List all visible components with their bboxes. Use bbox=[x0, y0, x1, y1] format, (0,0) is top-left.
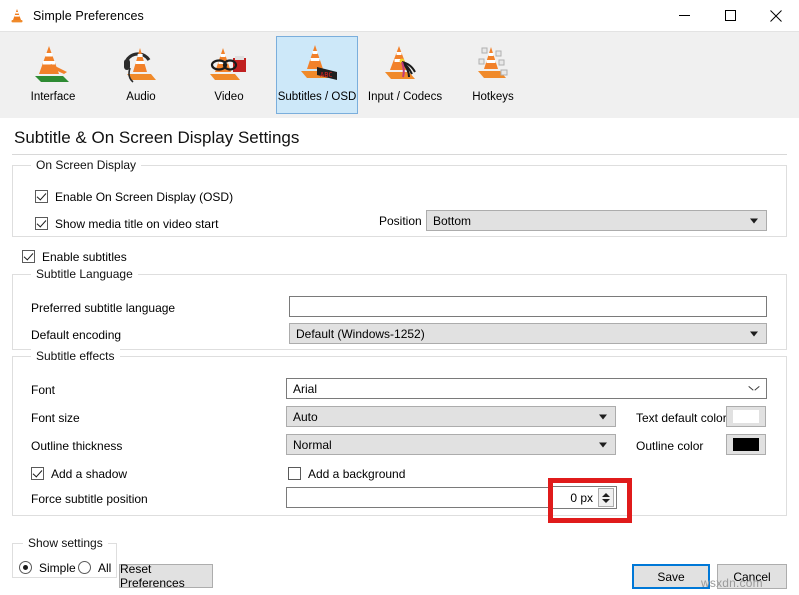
spinner-down-icon[interactable] bbox=[602, 498, 610, 503]
show-media-title-label: Show media title on video start bbox=[55, 216, 219, 231]
radio-simple-label: Simple bbox=[39, 560, 76, 575]
on-screen-display-group: On Screen Display Enable On Screen Displ… bbox=[12, 158, 787, 237]
toolbar-item-label: Input / Codecs bbox=[367, 91, 443, 103]
watermark: wsxdn.com bbox=[701, 576, 763, 590]
enable-osd-checkbox[interactable] bbox=[35, 190, 48, 203]
outline-color-swatch bbox=[733, 438, 759, 451]
preferred-subtitle-language-label: Preferred subtitle language bbox=[31, 301, 176, 315]
preferences-toolbar: Interface Audio Video ABC Subtitles / OS… bbox=[0, 31, 799, 118]
chevron-down-icon bbox=[599, 442, 607, 447]
show-settings-all-option[interactable]: All bbox=[78, 555, 111, 580]
radio-all[interactable] bbox=[78, 561, 91, 574]
font-value: Arial bbox=[293, 381, 318, 396]
vlc-cone-keyboard-icon bbox=[469, 42, 517, 88]
default-encoding-dropdown[interactable]: Default (Windows-1252) bbox=[289, 323, 767, 344]
show-media-title-row[interactable]: Show media title on video start bbox=[35, 211, 218, 236]
vlc-cone-icon bbox=[9, 8, 25, 24]
text-default-color-label: Text default color bbox=[636, 411, 727, 425]
outline-color-button[interactable] bbox=[726, 434, 766, 455]
outline-color-label: Outline color bbox=[636, 439, 704, 453]
outline-thickness-dropdown[interactable]: Normal bbox=[286, 434, 616, 455]
chevron-down-icon bbox=[750, 218, 758, 223]
page-title: Subtitle & On Screen Display Settings bbox=[14, 128, 300, 147]
add-shadow-checkbox[interactable] bbox=[31, 467, 44, 480]
toolbar-item-subtitles-osd[interactable]: ABC Subtitles / OSD bbox=[276, 36, 358, 114]
toolbar-item-label: Audio bbox=[126, 91, 156, 103]
subtitle-language-group: Subtitle Language Preferred subtitle lan… bbox=[12, 267, 787, 350]
show-media-title-checkbox[interactable] bbox=[35, 217, 48, 230]
outline-thickness-value: Normal bbox=[293, 437, 332, 452]
maximize-button[interactable] bbox=[707, 0, 753, 31]
force-subtitle-position-label: Force subtitle position bbox=[31, 492, 148, 506]
vlc-cone-cables-icon bbox=[381, 42, 429, 88]
show-settings-group: Show settings Simple All bbox=[12, 536, 117, 580]
position-label: Position bbox=[379, 214, 422, 228]
chevron-down-icon bbox=[750, 331, 758, 336]
close-button[interactable] bbox=[753, 0, 799, 31]
chevron-down-icon bbox=[599, 414, 607, 419]
enable-subtitles-checkbox[interactable] bbox=[22, 250, 35, 263]
default-encoding-value: Default (Windows-1252) bbox=[296, 326, 425, 341]
text-default-color-swatch bbox=[733, 410, 759, 423]
add-shadow-label: Add a shadow bbox=[51, 466, 128, 481]
radio-all-label: All bbox=[98, 560, 112, 575]
preferences-page: Subtitle & On Screen Display Settings On… bbox=[0, 128, 799, 516]
text-default-color-button[interactable] bbox=[726, 406, 766, 427]
toolbar-item-label: Video bbox=[214, 91, 244, 103]
group-title-osd: On Screen Display bbox=[31, 158, 142, 172]
toolbar-item-audio[interactable]: Audio bbox=[100, 36, 182, 114]
group-title-subtitle-language: Subtitle Language bbox=[31, 267, 138, 281]
enable-osd-label: Enable On Screen Display (OSD) bbox=[55, 189, 234, 204]
add-background-row[interactable]: Add a background bbox=[288, 461, 405, 486]
subtitle-effects-group: Subtitle effects Font Arial Font size Au… bbox=[12, 349, 787, 516]
font-label: Font bbox=[31, 383, 56, 397]
toolbar-item-label: Subtitles / OSD bbox=[277, 91, 357, 103]
add-background-checkbox[interactable] bbox=[288, 467, 301, 480]
show-settings-simple-option[interactable]: Simple bbox=[19, 555, 76, 580]
toolbar-item-input-codecs[interactable]: Input / Codecs bbox=[364, 36, 446, 114]
toolbar-item-label: Interface bbox=[30, 91, 76, 103]
add-background-label: Add a background bbox=[308, 466, 406, 481]
window-controls bbox=[661, 0, 799, 31]
force-subtitle-position-value: 0 px bbox=[570, 490, 593, 505]
reset-preferences-label: Reset Preferences bbox=[120, 562, 185, 590]
font-size-label: Font size bbox=[31, 411, 80, 425]
add-shadow-row[interactable]: Add a shadow bbox=[31, 461, 127, 486]
enable-osd-row[interactable]: Enable On Screen Display (OSD) bbox=[35, 184, 233, 209]
spinner-up-icon[interactable] bbox=[602, 492, 610, 497]
reset-preferences-button[interactable]: Reset Preferences bbox=[119, 562, 213, 590]
toolbar-item-video[interactable]: Video bbox=[188, 36, 270, 114]
force-subtitle-position-spinbox[interactable]: 0 px bbox=[549, 486, 617, 509]
svg-text:ABC: ABC bbox=[320, 71, 333, 79]
toolbar-item-label: Hotkeys bbox=[472, 91, 514, 103]
enable-subtitles-row[interactable]: Enable subtitles bbox=[22, 244, 787, 269]
font-size-dropdown[interactable]: Auto bbox=[286, 406, 616, 427]
enable-subtitles-label: Enable subtitles bbox=[42, 249, 127, 264]
vlc-cone-headphones-icon bbox=[117, 42, 165, 88]
outline-thickness-label: Outline thickness bbox=[31, 439, 123, 453]
preferred-subtitle-language-input[interactable] bbox=[289, 296, 767, 317]
spinner-arrows[interactable] bbox=[598, 488, 614, 507]
vlc-cone-interface-icon bbox=[29, 42, 77, 88]
save-label: Save bbox=[657, 569, 685, 584]
default-encoding-label: Default encoding bbox=[31, 328, 122, 342]
title-divider bbox=[12, 154, 787, 155]
group-title-subtitle-effects: Subtitle effects bbox=[31, 349, 120, 363]
toolbar-item-hotkeys[interactable]: Hotkeys bbox=[452, 36, 534, 114]
osd-position-dropdown[interactable]: Bottom bbox=[426, 210, 767, 231]
font-size-value: Auto bbox=[293, 409, 318, 424]
minimize-button[interactable] bbox=[661, 0, 707, 31]
font-dropdown[interactable]: Arial bbox=[286, 378, 767, 399]
vlc-cone-3dglasses-icon bbox=[205, 42, 253, 88]
save-button[interactable]: Save bbox=[632, 564, 710, 589]
vlc-cone-osd-icon: ABC bbox=[293, 42, 341, 88]
window-titlebar: Simple Preferences bbox=[0, 0, 799, 31]
group-title-show-settings: Show settings bbox=[23, 536, 108, 550]
chevron-down-icon bbox=[750, 386, 758, 391]
osd-position-value: Bottom bbox=[433, 213, 472, 228]
radio-simple[interactable] bbox=[19, 561, 32, 574]
window-title: Simple Preferences bbox=[33, 8, 144, 23]
toolbar-item-interface[interactable]: Interface bbox=[12, 36, 94, 114]
